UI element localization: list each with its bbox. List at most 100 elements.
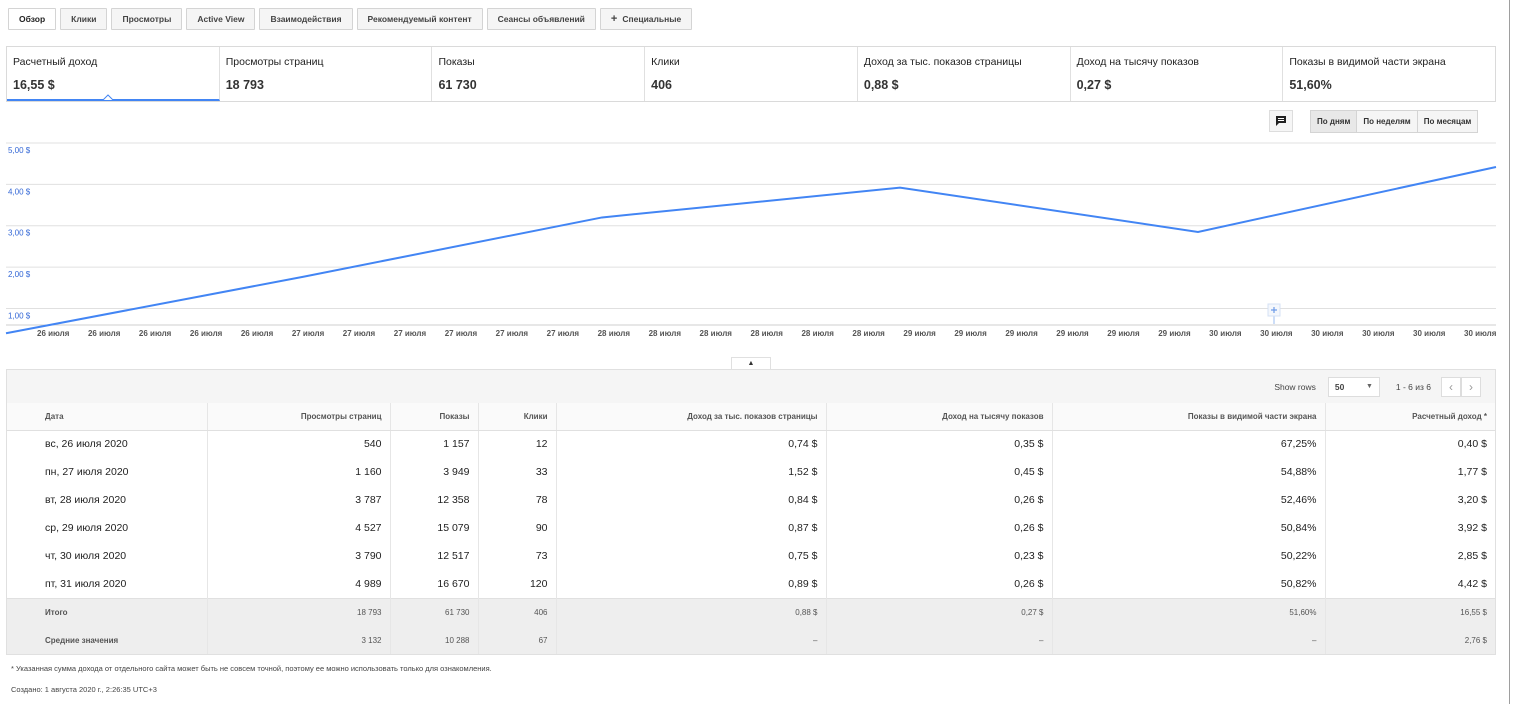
table-cell: 12 (478, 430, 557, 458)
table-cell: – (826, 626, 1053, 654)
metric-estimated-earnings[interactable]: Расчетный доход 16,55 $ (7, 47, 220, 101)
col-header-earnings[interactable]: Расчетный доход * (1325, 403, 1495, 431)
table-cell: 0,84 $ (556, 486, 827, 514)
period-weekly-button[interactable]: По неделям (1357, 111, 1418, 132)
table-cell: 4,42 $ (1457, 577, 1487, 590)
x-tick-label: 29 июля (1005, 329, 1038, 338)
metric-impression-rpm[interactable]: Доход на тысячу показов 0,27 $ (1071, 47, 1284, 101)
table-cell: 0,45 $ (826, 458, 1053, 486)
metric-value: 18 793 (225, 78, 264, 92)
table-cell: 2,85 $ (1457, 550, 1487, 562)
tab-views[interactable]: Просмотры (111, 8, 183, 30)
chevron-right-icon: › (1469, 379, 1473, 394)
metric-clicks[interactable]: Клики 406 (645, 47, 858, 101)
cell-date: вс, 26 июля 2020 (7, 430, 208, 458)
x-tick-label: 26 июля (241, 329, 274, 338)
table-row: ср, 29 июля 2020 4 527 15 079 90 0,87 $0,26 … (7, 514, 1495, 542)
table-cell: 0,35 $ (826, 430, 1053, 458)
table-cell: 3,20 $ (1457, 494, 1487, 506)
x-tick-label: 27 июля (292, 329, 325, 338)
dropdown-arrow-icon: ▼ (1365, 383, 1373, 390)
x-tick-label: 26 июля (139, 329, 172, 338)
metric-label: Клики (651, 56, 680, 68)
data-point[interactable] (600, 215, 605, 220)
period-daily-button[interactable]: По дням (1311, 111, 1358, 132)
metric-value: 51,60% (1289, 78, 1332, 92)
period-switcher: По дням По неделям По месяцам (1310, 110, 1479, 133)
total-row: Итого 18 793 61 730 406 0,88 $0,27 $51,60% 16… (7, 597, 1495, 626)
y-tick-label: 3,00 $ (8, 229, 31, 238)
col-header-page-rpm[interactable]: Доход за тыс. показов страницы (556, 403, 827, 431)
y-tick-label: 5,00 $ (8, 146, 31, 155)
x-tick-label: 30 июля (1464, 329, 1497, 338)
caret-up-icon: ▲ (747, 360, 755, 367)
table-cell: 0,23 $ (826, 542, 1053, 570)
x-tick-label: 28 июля (751, 329, 784, 338)
pagination-range: 1 - 6 из 6 (1395, 381, 1431, 392)
next-page-button[interactable]: › (1461, 376, 1481, 397)
table-cell: 15 079 (390, 514, 479, 542)
earnings-line-chart: 1,00 $ 2,00 $ 3,00 $ 4,00 $ 5,00 $ 26 июля 26 … (4, 142, 1499, 338)
chevron-left-icon: ‹ (1449, 379, 1453, 394)
data-table: Дата Просмотры страниц Показы Клики Дохо… (7, 403, 1495, 654)
table-cell: 61 730 (390, 597, 479, 626)
data-point[interactable] (1196, 229, 1201, 234)
y-tick-label: 2,00 $ (8, 270, 31, 279)
col-header-page-views[interactable]: Просмотры страниц (207, 403, 391, 431)
tab-active-view[interactable]: Active View (186, 8, 256, 30)
data-point[interactable] (898, 185, 903, 190)
add-annotation-icon[interactable] (1267, 303, 1281, 317)
table-cell: 1 160 (207, 458, 391, 486)
metric-page-views[interactable]: Просмотры страниц 18 793 (220, 47, 433, 101)
x-tick-label: 29 июля (1107, 329, 1140, 338)
average-row: Средние значения 3 132 10 288 67– – –2,76 $ (7, 626, 1495, 654)
metric-value: 0,88 $ (863, 78, 899, 92)
table-cell: 18 793 (207, 597, 391, 626)
prev-page-button[interactable]: ‹ (1441, 376, 1461, 397)
tab-overview[interactable]: Обзор (8, 8, 57, 30)
table-cell: 33 (478, 458, 557, 486)
annotation-button[interactable] (1269, 110, 1293, 132)
col-header-impressions[interactable]: Показы (390, 403, 479, 431)
col-header-impression-rpm[interactable]: Доход на тысячу показов (826, 403, 1053, 431)
col-header-date[interactable]: Дата (7, 403, 208, 431)
table-row: чт, 30 июля 2020 3 790 12 517 73 0,75 $0,23 … (7, 542, 1495, 570)
tab-clicks[interactable]: Клики (60, 8, 108, 30)
table-cell: 4 989 (207, 570, 391, 598)
cell-date: Средние значения (7, 626, 208, 654)
table-row: пн, 27 июля 2020 1 160 3 949 33 1,52 $0,45 $… (7, 458, 1495, 486)
table-cell: 540 (207, 430, 391, 458)
table-cell: 0,40 $ (1457, 438, 1487, 451)
table-row: вт, 28 июля 2020 3 787 12 358 78 0,84 $0,26 … (7, 486, 1495, 514)
table-cell: 90 (478, 514, 557, 542)
table-cell: 16 670 (390, 570, 479, 598)
x-tick-label: 29 июля (903, 329, 936, 338)
metric-label: Доход за тыс. показов страницы (863, 56, 1022, 68)
data-point[interactable] (4, 331, 9, 336)
report-table-panel: Show rows 50 ▼ 1 - 6 из 6 ‹ › Дата Просм… (6, 369, 1496, 655)
page-edge-divider (1509, 0, 1510, 704)
x-tick-label: 29 июля (954, 329, 987, 338)
data-point[interactable] (302, 274, 307, 279)
metric-page-rpm[interactable]: Доход за тыс. показов страницы 0,88 $ (858, 47, 1071, 101)
col-header-clicks[interactable]: Клики (478, 403, 557, 431)
tab-custom[interactable]: + Специальные (599, 8, 693, 30)
x-tick-label: 27 июля (547, 329, 580, 338)
table-cell: 3 132 (207, 626, 391, 654)
table-cell: – (556, 626, 827, 654)
metric-impressions[interactable]: Показы 61 730 (432, 47, 646, 101)
tab-recommended-content[interactable]: Рекомендуемый контент (356, 8, 483, 30)
tab-interactions[interactable]: Взаимодействия (259, 8, 353, 30)
metric-viewability[interactable]: Показы в видимой части экрана 51,60% (1283, 47, 1495, 101)
period-monthly-button[interactable]: По месяцам (1417, 111, 1478, 132)
x-tick-label: 29 июля (1158, 329, 1191, 338)
metric-label: Показы в видимой части экрана (1289, 56, 1446, 68)
x-tick-label: 30 июля (1413, 329, 1446, 338)
collapse-chart-button[interactable]: ▲ (731, 357, 771, 369)
tab-ad-sessions[interactable]: Сеансы объявлений (486, 8, 596, 30)
data-point[interactable] (1494, 164, 1499, 169)
rows-per-page-select[interactable]: 50 ▼ (1327, 376, 1380, 397)
col-header-viewability[interactable]: Показы в видимой части экрана (1052, 403, 1326, 431)
report-tabs: Обзор Клики Просмотры Active View Взаимо… (8, 8, 693, 30)
table-cell: 1 157 (390, 430, 479, 458)
